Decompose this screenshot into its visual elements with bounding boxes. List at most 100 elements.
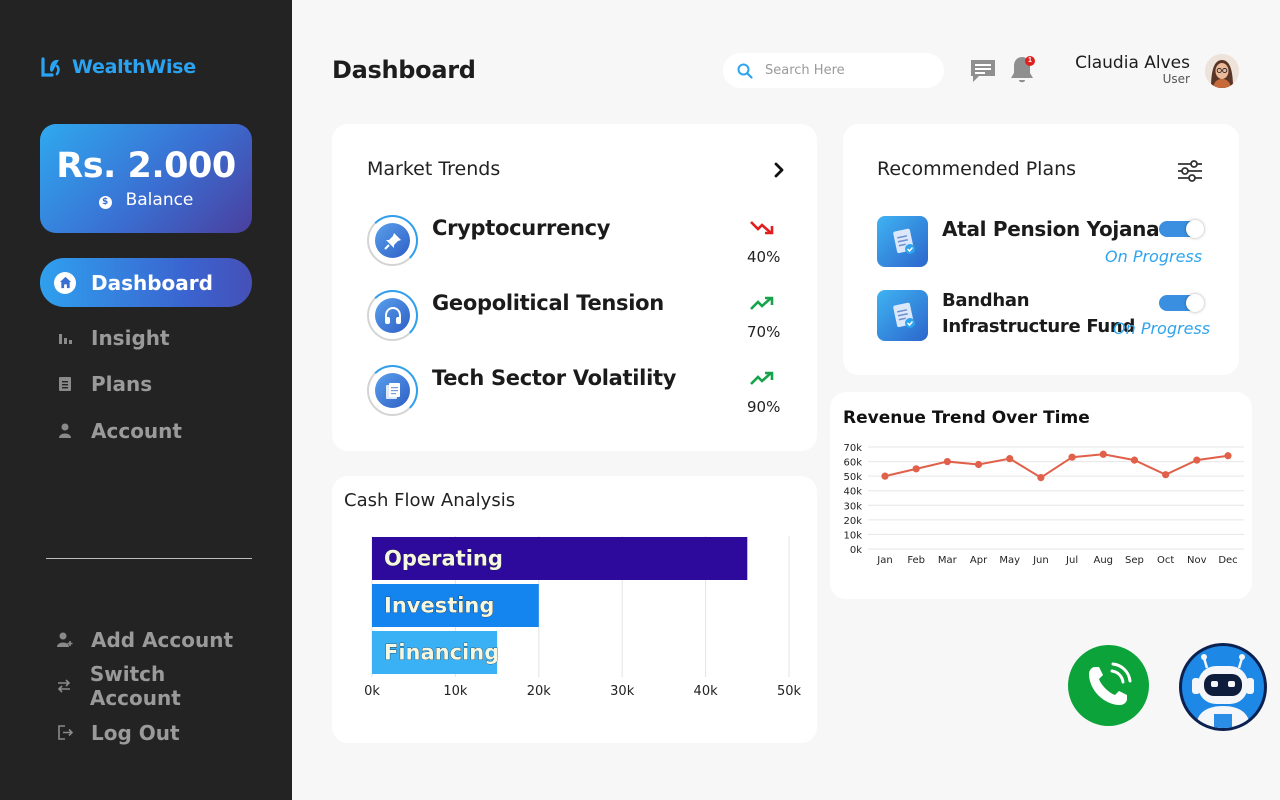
sidebar-item-switch-account[interactable]: Switch Account [40, 661, 252, 710]
sidebar-item-label: Dashboard [91, 270, 213, 295]
filter-sliders-icon[interactable] [1176, 159, 1204, 183]
trend-icon-badge [367, 290, 418, 341]
document-icon [56, 375, 74, 393]
trend-row-cryptocurrency[interactable]: Cryptocurrency 40% [367, 215, 787, 267]
x-tick-label: Apr [970, 555, 988, 566]
x-tick-label: Jan [876, 555, 892, 566]
balance-label-row: $ Balance [40, 190, 252, 210]
sidebar-item-label: Account [91, 418, 182, 443]
revenue-line-chart: 0k 10k 20k 30k 40k 50k 60k 70k Jan Feb Mar Apr May Ju… [843, 443, 1244, 566]
trend-icon-badge [367, 215, 418, 266]
sidebar-item-plans[interactable]: Plans [40, 359, 252, 408]
revenue-trend-card: Revenue Trend Over Time 0k 10k 20k 30k 40k 50… [830, 392, 1252, 599]
documents-icon [385, 382, 400, 399]
app-name: WealthWise [72, 56, 196, 78]
trend-up-icon [750, 371, 774, 385]
x-tick-label: May [999, 555, 1020, 566]
x-tick-label: Sep [1125, 555, 1144, 566]
bar-label: Investing [384, 594, 494, 618]
plan-row-atal-pension-yojana[interactable]: Atal Pension Yojana On Progress [877, 216, 1217, 268]
app-logo[interactable]: WealthWise [40, 56, 196, 78]
x-tick-label: 10k [443, 684, 468, 699]
data-point-oct [1162, 471, 1170, 479]
trend-percent: 70% [747, 323, 781, 341]
data-point-apr [974, 460, 983, 469]
cash-flow-bar-chart: 0k 10k 20k 30k 40k 50k Operating Investing Finan… [364, 536, 802, 699]
avatar[interactable] [1205, 54, 1239, 88]
notification-badge: 1 [1025, 56, 1035, 66]
search-icon [737, 63, 753, 79]
bar-chart-icon [56, 329, 74, 347]
revenue-line [884, 453, 1229, 479]
trend-name: Cryptocurrency [432, 216, 611, 240]
y-tick-label: 40k [843, 487, 862, 498]
sidebar-item-insight[interactable]: Insight [40, 313, 252, 362]
data-point-mar [943, 457, 951, 466]
sidebar-divider [46, 558, 252, 559]
sidebar: WealthWise Rs. 2.000 $ Balance Dashboard … [0, 0, 292, 800]
trend-up-icon [750, 296, 774, 310]
x-tick-label: 0k [364, 684, 380, 699]
plan-name-line1: Bandhan [942, 290, 1030, 311]
x-tick-label: Dec [1218, 555, 1237, 566]
sidebar-item-label: Switch Account [89, 661, 181, 710]
user-role: User [1162, 72, 1190, 86]
trend-name: Tech Sector Volatility [432, 366, 677, 390]
sidebar-item-account[interactable]: Account [40, 406, 252, 455]
sidebar-item-add-account[interactable]: Add Account [40, 615, 252, 664]
recommended-plans-card: Recommended Plans Atal Pension Yojana On… [843, 124, 1239, 375]
search-input[interactable] [765, 63, 925, 78]
x-tick-label: Jul [1065, 555, 1078, 566]
plan-toggle[interactable] [1159, 294, 1204, 312]
y-tick-label: 10k [843, 530, 862, 541]
trend-name: Geopolitical Tension [432, 291, 664, 315]
plan-toggle[interactable] [1159, 220, 1204, 238]
y-tick-label: 70k [843, 443, 862, 454]
call-button[interactable] [1068, 645, 1149, 726]
x-tick-label: 50k [777, 684, 802, 699]
x-tick-label: Jun [1032, 555, 1049, 566]
y-tick-label: 60k [843, 458, 862, 469]
trend-icon-badge [367, 365, 418, 416]
sidebar-item-dashboard[interactable]: Dashboard [40, 258, 252, 307]
phone-call-icon [1089, 662, 1132, 705]
sidebar-item-label: Log Out [91, 720, 180, 745]
home-icon [54, 271, 76, 294]
data-point-jul [1068, 453, 1076, 461]
balance-label: Balance [125, 190, 194, 210]
plan-row-bandhan-infrastructure-fund[interactable]: Bandhan Infrastructure Fund On Progress [877, 290, 1217, 346]
sidebar-item-log-out[interactable]: Log Out [40, 708, 252, 757]
trend-row-tech-sector-volatility[interactable]: Tech Sector Volatility 90% [367, 365, 787, 417]
add-user-icon [56, 631, 74, 649]
data-point-jun [1037, 474, 1045, 482]
x-tick-label: Mar [938, 555, 958, 566]
data-point-feb [912, 465, 920, 473]
data-point-jan [881, 472, 889, 480]
x-tick-label: 40k [694, 684, 719, 699]
pushpin-icon [383, 232, 401, 250]
x-tick-label: 30k [610, 684, 635, 699]
chatbot-button[interactable] [1179, 643, 1267, 731]
plan-document-icon [877, 216, 928, 267]
x-tick-label: Feb [907, 555, 925, 566]
bar-label: Operating [384, 547, 503, 571]
cash-flow-card: Cash Flow Analysis 0k 10k 20k 30k 40k 50k Oper… [332, 476, 817, 743]
y-tick-label: 30k [843, 501, 862, 512]
data-point-dec [1224, 452, 1232, 460]
trend-row-geopolitical-tension[interactable]: Geopolitical Tension 70% [367, 290, 787, 342]
data-point-aug [1099, 450, 1107, 458]
sidebar-item-label: Plans [91, 371, 153, 396]
page-title: Dashboard [332, 56, 476, 84]
user-name[interactable]: Claudia Alves [1075, 53, 1190, 73]
balance-card: Rs. 2.000 $ Balance [40, 124, 252, 233]
coin-icon: $ [98, 196, 112, 209]
balance-amount: Rs. 2.000 [56, 146, 236, 186]
sidebar-item-label: Add Account [91, 627, 234, 652]
plan-name-line2: Infrastructure Fund [942, 316, 1136, 337]
y-tick-label: 50k [843, 472, 862, 483]
wealthwise-logo-icon [41, 57, 60, 77]
search-box[interactable] [723, 53, 944, 88]
chevron-right-icon[interactable] [772, 161, 786, 179]
trend-percent: 90% [747, 398, 781, 416]
message-icon[interactable] [969, 58, 997, 84]
